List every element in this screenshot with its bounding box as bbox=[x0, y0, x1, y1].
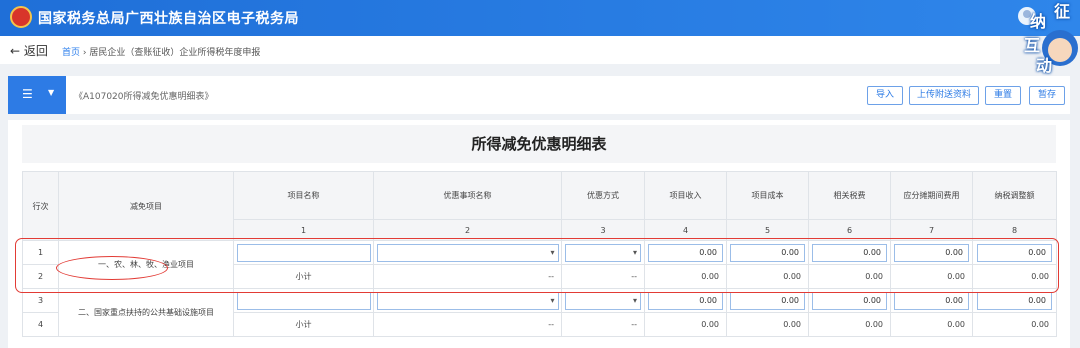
col-header-period-expense: 应分摊期间费用 bbox=[890, 171, 973, 220]
project-cost-input[interactable]: 0.00 bbox=[730, 243, 805, 262]
col-number: 1 bbox=[233, 219, 374, 241]
menu-button[interactable]: ☰ ▼ bbox=[8, 76, 66, 114]
col-number: 8 bbox=[972, 219, 1057, 241]
related-tax-value: 0.00 bbox=[808, 264, 891, 289]
project-income-value: 0.00 bbox=[644, 312, 727, 337]
project-name-select[interactable] bbox=[236, 243, 371, 262]
col-header-project-income: 项目收入 bbox=[644, 171, 727, 220]
reset-button[interactable]: 重置 bbox=[985, 86, 1021, 105]
project-cost-value: 0.00 bbox=[726, 312, 809, 337]
project-income-input[interactable]: 0.00 bbox=[648, 243, 723, 262]
back-button[interactable]: ← 返回 bbox=[10, 42, 48, 59]
import-button[interactable]: 导入 bbox=[867, 86, 903, 105]
project-income-input[interactable]: 0.00 bbox=[648, 291, 723, 310]
site-title: 国家税务总局广西壮族自治区电子税务局 bbox=[38, 11, 299, 27]
col-header-tax-adjustment: 纳税调整额 bbox=[972, 171, 1057, 220]
related-tax-value: 0.00 bbox=[808, 312, 891, 337]
period-expense-value: 0.00 bbox=[890, 264, 973, 289]
mascot-char-2: 征 bbox=[1054, 2, 1071, 21]
col-header-preference-method: 优惠方式 bbox=[561, 171, 645, 220]
preference-method-dash: -- bbox=[561, 312, 645, 337]
reduction-category: 二、国家重点扶持的公共基础设施项目 bbox=[58, 288, 234, 337]
table-title: 所得减免优惠明细表 bbox=[22, 125, 1056, 163]
project-cost-value: 0.00 bbox=[726, 264, 809, 289]
preference-name-dash: -- bbox=[373, 312, 562, 337]
table-row: 3 二、国家重点扶持的公共基础设施项目 ▾ ▾ 0.00 0.00 0.00 0… bbox=[22, 288, 1057, 337]
income-reduction-table: 行次 减免项目 项目名称 优惠事项名称 优惠方式 项目收入 项目成本 相关税费 … bbox=[22, 171, 1057, 337]
breadcrumb-separator: › bbox=[82, 48, 87, 58]
subtotal-label: 小计 bbox=[233, 264, 374, 289]
line-number: 3 bbox=[22, 288, 59, 313]
related-tax-input[interactable]: 0.00 bbox=[812, 243, 887, 262]
col-header-project-cost: 项目成本 bbox=[726, 171, 809, 220]
col-number: 2 bbox=[373, 219, 562, 241]
period-expense-value: 0.00 bbox=[890, 312, 973, 337]
col-number: 6 bbox=[808, 219, 891, 241]
period-expense-input[interactable]: 0.00 bbox=[894, 243, 969, 262]
save-draft-button[interactable]: 暂存 bbox=[1029, 86, 1065, 105]
tax-adjustment-input[interactable]: 0.00 bbox=[977, 243, 1052, 262]
project-name-select[interactable] bbox=[236, 291, 371, 310]
col-number: 4 bbox=[644, 219, 727, 241]
col-header-preference-name: 优惠事项名称 bbox=[373, 171, 562, 220]
col-number: 7 bbox=[890, 219, 973, 241]
preference-method-dash: -- bbox=[561, 264, 645, 289]
breadcrumb-current: 居民企业（查账征收）企业所得税年度申报 bbox=[89, 48, 261, 58]
mascot-char-1: 纳 bbox=[1030, 12, 1047, 31]
tax-adjustment-value: 0.00 bbox=[972, 264, 1057, 289]
related-tax-input[interactable]: 0.00 bbox=[812, 291, 887, 310]
chevron-down-icon: ▾ bbox=[550, 247, 555, 257]
breadcrumb: 首页 › 居民企业（查账征收）企业所得税年度申报 bbox=[62, 45, 260, 58]
mascot-interaction-widget[interactable]: 纳 征 互 动 bbox=[1010, 0, 1080, 78]
breadcrumb-home[interactable]: 首页 bbox=[62, 48, 80, 58]
form-toolbar: ☰ ▼ 《A107020所得减免优惠明细表》 导入 上传附送资料 重置 暂存 bbox=[8, 76, 1070, 114]
col-number: 3 bbox=[561, 219, 645, 241]
nav-row: ← 返回 首页 › 居民企业（查账征收）企业所得税年度申报 bbox=[0, 36, 1000, 64]
caret-down-icon: ▼ bbox=[48, 88, 55, 97]
top-header: 国家税务总局广西壮族自治区电子税务局 bbox=[0, 0, 1080, 36]
tax-adjustment-input[interactable]: 0.00 bbox=[977, 291, 1052, 310]
preference-name-dash: -- bbox=[373, 264, 562, 289]
chevron-down-icon: ▾ bbox=[632, 295, 637, 305]
chevron-down-icon: ▾ bbox=[550, 295, 555, 305]
col-header-project-name: 项目名称 bbox=[233, 171, 374, 220]
project-income-value: 0.00 bbox=[644, 264, 727, 289]
line-number: 2 bbox=[22, 264, 59, 289]
tax-emblem-icon bbox=[10, 6, 32, 28]
chevron-down-icon: ▾ bbox=[632, 247, 637, 257]
col-header-reduction-item: 减免项目 bbox=[58, 171, 234, 241]
line-number: 4 bbox=[22, 312, 59, 337]
preference-name-select[interactable]: ▾ bbox=[376, 291, 559, 310]
menu-icon: ☰ bbox=[22, 87, 33, 101]
back-arrow-icon: ← bbox=[10, 44, 21, 58]
subtotal-label: 小计 bbox=[233, 312, 374, 337]
line-number: 1 bbox=[22, 240, 59, 265]
header-row: 行次 减免项目 项目名称 优惠事项名称 优惠方式 项目收入 项目成本 相关税费 … bbox=[22, 171, 1057, 241]
period-expense-input[interactable]: 0.00 bbox=[894, 291, 969, 310]
table-row: 1 一、农、林、牧、渔业项目 ▾ ▾ 0.00 0.00 0.00 0.00 0… bbox=[22, 240, 1057, 289]
upload-attachments-button[interactable]: 上传附送资料 bbox=[909, 86, 979, 105]
form-panel: 所得减免优惠明细表 行次 减免项目 项目名称 优惠事项名称 优惠方式 项目收入 … bbox=[8, 120, 1070, 348]
col-header-line: 行次 bbox=[22, 171, 59, 241]
project-cost-input[interactable]: 0.00 bbox=[730, 291, 805, 310]
mascot-char-4: 动 bbox=[1036, 56, 1053, 75]
reduction-category: 一、农、林、牧、渔业项目 bbox=[58, 240, 234, 289]
form-name: 《A107020所得减免优惠明细表》 bbox=[74, 92, 214, 102]
col-number: 5 bbox=[726, 219, 809, 241]
preference-method-select[interactable]: ▾ bbox=[565, 291, 641, 310]
col-header-related-tax: 相关税费 bbox=[808, 171, 891, 220]
tax-adjustment-value: 0.00 bbox=[972, 312, 1057, 337]
preference-name-select[interactable]: ▾ bbox=[376, 243, 559, 262]
back-label: 返回 bbox=[23, 44, 48, 58]
preference-method-select[interactable]: ▾ bbox=[565, 243, 641, 262]
